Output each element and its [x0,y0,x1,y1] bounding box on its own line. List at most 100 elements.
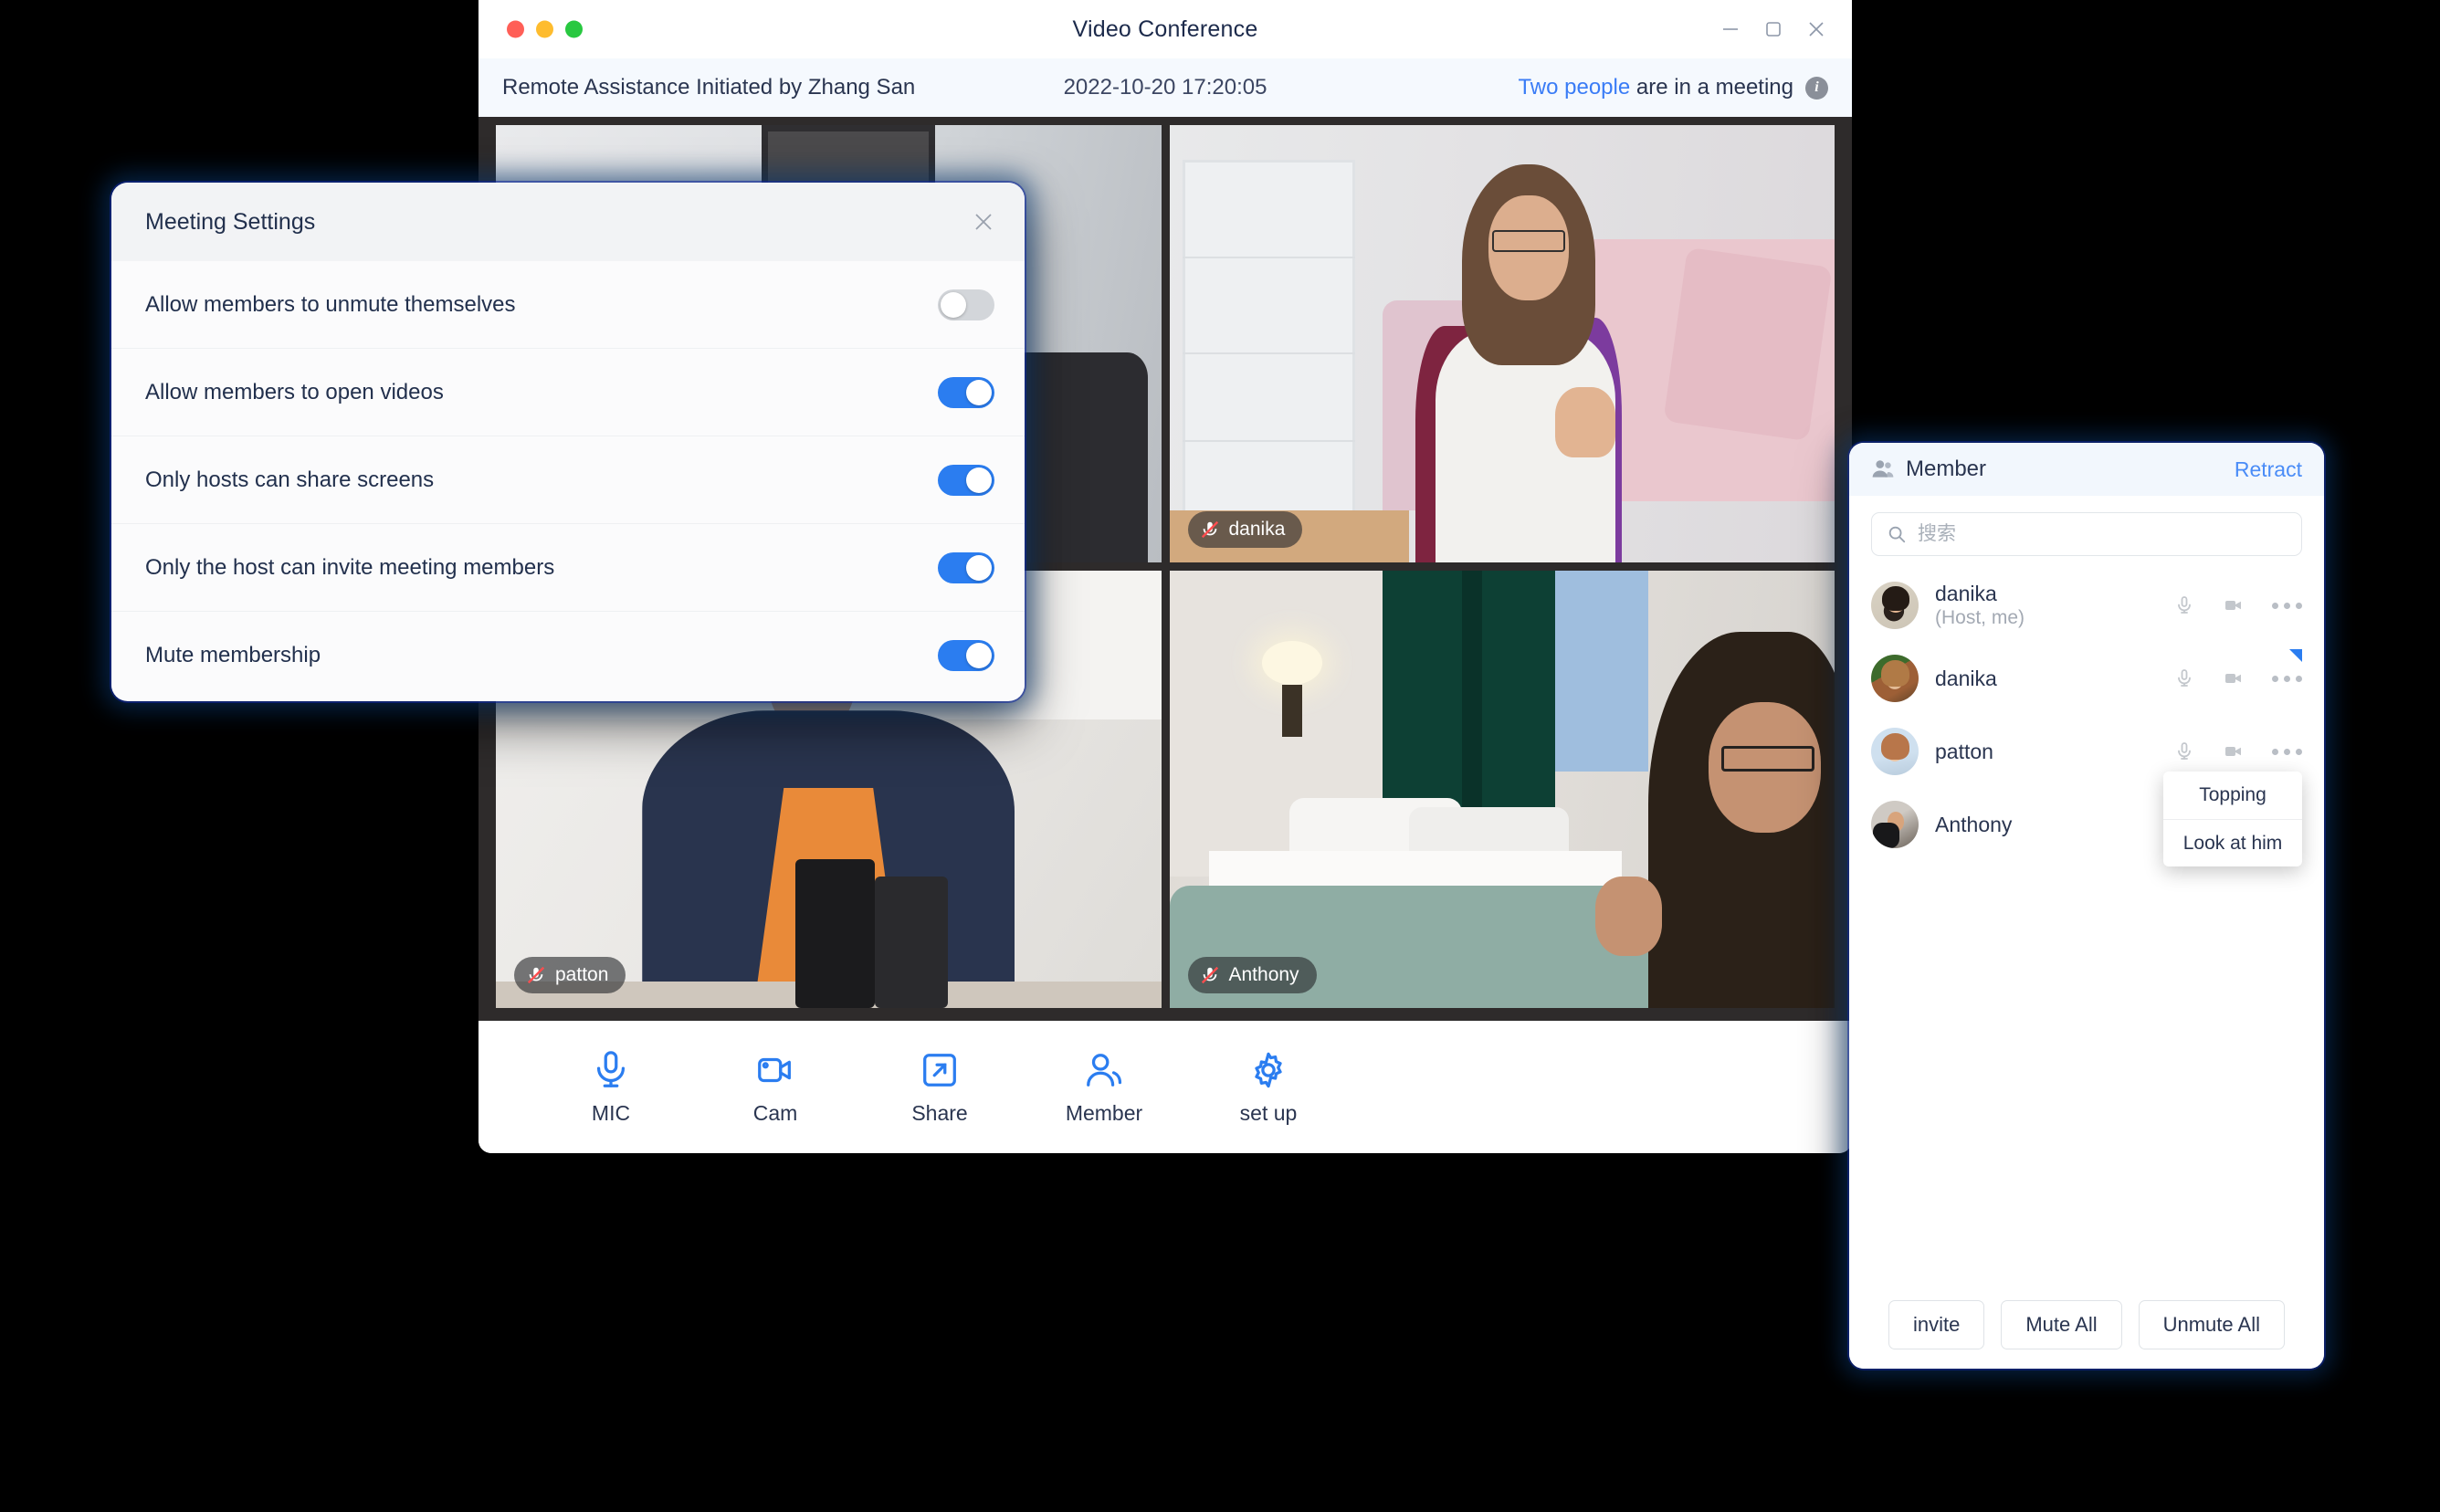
setting-label: Only hosts can share screens [145,467,435,492]
camera-icon[interactable] [2223,667,2245,689]
participant-name: danika [1228,519,1286,540]
context-menu-item-topping[interactable]: Topping [2163,772,2302,819]
microphone-icon [590,1049,632,1091]
unmute-all-button[interactable]: Unmute All [2138,1300,2285,1349]
dialog-title: Meeting Settings [145,208,316,235]
participant-name-chip: patton [514,957,626,993]
screen-root: Video Conference Remote Assistance Initi… [0,0,2440,1512]
more-options-icon[interactable] [2272,748,2302,755]
pinned-marker-icon [2289,649,2302,662]
context-menu-item-look-at-him[interactable]: Look at him [2163,819,2302,866]
member-context-menu: Topping Look at him [2163,772,2302,866]
gear-icon [1247,1049,1289,1091]
search-input[interactable] [1918,523,2287,545]
video-tile[interactable]: danika [1169,125,1835,562]
people-icon [1083,1049,1125,1091]
member-panel: Member Retract danika (Host, me) [1849,443,2324,1369]
member-list: danika (Host, me) danika patton Topping … [1849,565,2324,866]
avatar [1871,728,1919,775]
member-name: Anthony [1935,812,2013,836]
setting-label: Allow members to unmute themselves [145,291,516,317]
toggle-allow-open-videos[interactable] [938,376,994,408]
mic-muted-icon [1200,520,1220,540]
member-panel-header: Member Retract [1849,443,2324,496]
member-panel-title: Member [1906,457,1987,481]
setting-label: Mute membership [145,643,321,667]
search-icon [1887,524,1907,544]
member-list-item[interactable]: danika [1849,642,2324,715]
session-timestamp: 2022-10-20 17:20:05 [1063,75,1267,100]
member-search-wrap [1849,496,2324,565]
invite-button[interactable]: invite [1888,1300,1985,1349]
setting-label: Only the host can invite meeting members [145,554,555,580]
window-controls [1720,19,1826,39]
minimize-icon[interactable] [1720,19,1741,39]
meeting-status: Two people are in a meeting i [1518,75,1828,100]
camera-icon[interactable] [2223,740,2245,762]
toolbar-button-cam[interactable]: Cam [693,1049,857,1126]
info-icon[interactable]: i [1805,76,1828,100]
participant-name-chip: Anthony [1187,957,1317,993]
status-rest: are in a meeting [1630,75,1793,100]
avatar [1871,655,1919,702]
more-options-icon[interactable] [2272,675,2302,682]
title-bar: Video Conference [479,0,1852,58]
window-title: Video Conference [1072,16,1258,42]
video-feed-image [1169,125,1835,562]
toolbar-button-mic[interactable]: MIC [529,1049,693,1126]
setting-row-invite-members: Only the host can invite meeting members [111,524,1025,612]
mute-all-button[interactable]: Mute All [2001,1300,2122,1349]
member-list-item[interactable]: patton Topping Look at him [1849,715,2324,866]
toggle-only-hosts-share[interactable] [938,464,994,496]
toggle-allow-unmute[interactable] [938,289,994,320]
camera-icon[interactable] [2223,594,2245,616]
member-panel-footer: invite Mute All Unmute All [1849,1281,2324,1369]
more-options-icon[interactable] [2272,602,2302,609]
mic-icon[interactable] [2173,667,2195,689]
zoom-traffic-light[interactable] [565,20,583,38]
participant-name: Anthony [1228,964,1299,985]
mic-icon[interactable] [2173,740,2195,762]
member-list-item[interactable]: danika (Host, me) [1849,569,2324,642]
avatar [1871,801,1919,848]
dialog-header: Meeting Settings [111,183,1025,261]
traffic-lights [507,20,583,38]
avatar [1871,582,1919,629]
close-icon[interactable] [1806,19,1826,39]
toolbar-button-setup[interactable]: set up [1186,1049,1351,1126]
session-subheader: Remote Assistance Initiated by Zhang San… [479,58,1852,117]
meeting-toolbar: MIC Cam Share Member set up [479,1021,1852,1153]
video-tile[interactable]: Anthony [1169,571,1835,1008]
video-feed-image [1169,571,1835,1008]
member-name: patton [1935,739,1993,763]
toolbar-button-member[interactable]: Member [1022,1049,1186,1126]
toggle-only-host-invite[interactable] [938,551,994,583]
setting-row-mute-membership: Mute membership [111,612,1025,699]
session-title: Remote Assistance Initiated by Zhang San [502,75,916,100]
member-name: danika [1935,581,1997,605]
mic-muted-icon [526,965,546,985]
close-traffic-light[interactable] [507,20,524,38]
share-screen-icon [919,1049,961,1091]
mic-muted-icon [1200,965,1220,985]
setting-row-share-screens: Only hosts can share screens [111,436,1025,524]
setting-label: Allow members to open videos [145,379,444,404]
toggle-mute-membership[interactable] [938,640,994,671]
maximize-icon[interactable] [1763,19,1783,39]
toolbar-label: set up [1239,1100,1298,1125]
mic-icon[interactable] [2173,594,2195,616]
setting-row-unmute: Allow members to unmute themselves [111,261,1025,349]
status-link[interactable]: Two people [1518,75,1630,100]
toolbar-button-share[interactable]: Share [857,1049,1022,1126]
member-name: danika [1935,666,1997,690]
member-search-box[interactable] [1871,512,2302,556]
toolbar-label: Share [911,1100,968,1125]
participant-name: patton [555,964,609,985]
close-icon[interactable] [972,210,995,234]
retract-button[interactable]: Retract [2235,457,2302,482]
member-role: (Host, me) [1935,607,2025,629]
people-icon [1871,457,1895,481]
toolbar-label: Member [1065,1100,1143,1125]
camera-icon [754,1049,796,1091]
minimize-traffic-light[interactable] [536,20,553,38]
